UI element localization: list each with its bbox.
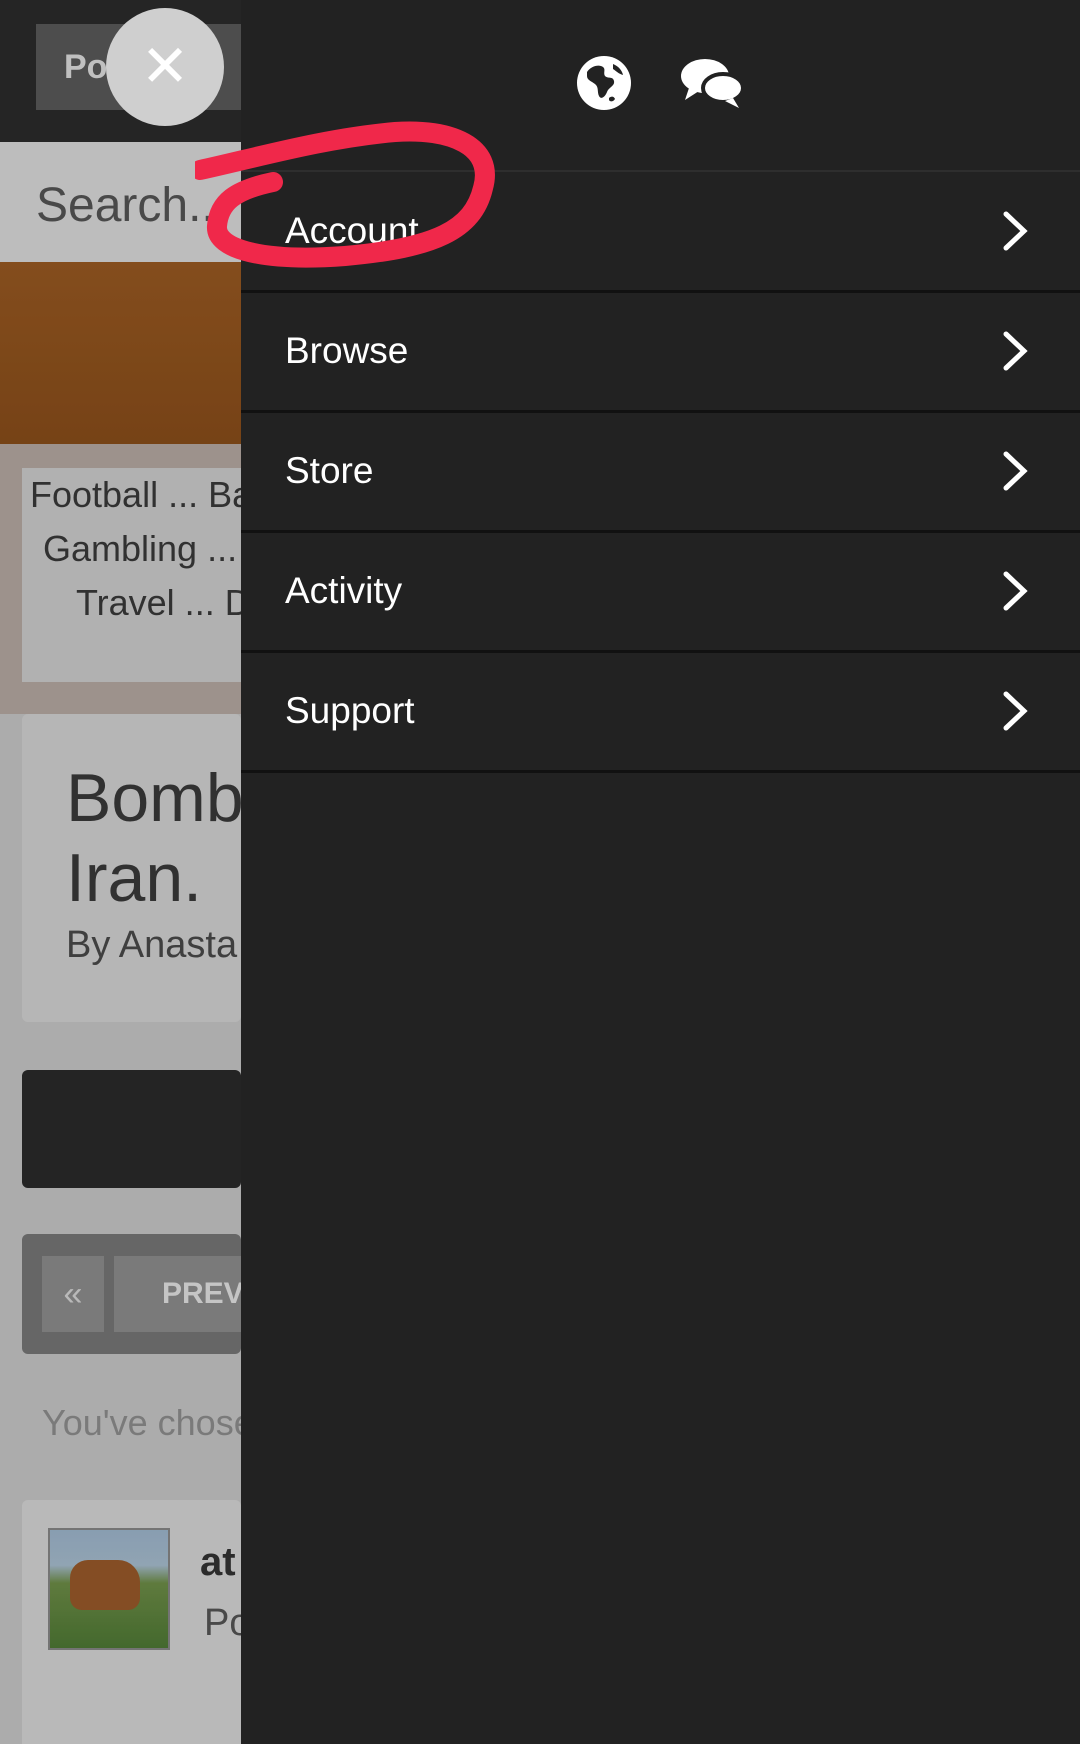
chevron-right-icon bbox=[1003, 451, 1028, 491]
menu-item-account[interactable]: Account bbox=[241, 172, 1080, 293]
nav-drawer: Account Browse Store Activity Support bbox=[241, 0, 1080, 1744]
menu-item-label: Browse bbox=[285, 330, 409, 371]
background-page: Po Search.. Football ... Ba Gambling ...… bbox=[0, 0, 241, 1744]
drawer-header bbox=[241, 0, 1080, 172]
chat-bubbles-icon[interactable] bbox=[679, 52, 745, 114]
chevron-right-icon bbox=[1003, 211, 1028, 251]
menu-item-browse[interactable]: Browse bbox=[241, 292, 1080, 413]
close-menu-button[interactable]: ✕ bbox=[106, 8, 224, 126]
menu-item-activity[interactable]: Activity bbox=[241, 532, 1080, 653]
menu-item-label: Support bbox=[285, 690, 415, 731]
chevron-right-icon bbox=[1003, 571, 1028, 611]
menu-item-label: Activity bbox=[285, 570, 403, 611]
globe-icon[interactable] bbox=[573, 52, 635, 114]
close-icon: ✕ bbox=[140, 34, 190, 99]
chevron-right-icon bbox=[1003, 331, 1028, 371]
menu-item-support[interactable]: Support bbox=[241, 652, 1080, 773]
menu-item-label: Account bbox=[285, 210, 419, 251]
dim-overlay[interactable] bbox=[0, 0, 241, 1744]
menu-item-label: Store bbox=[285, 450, 374, 491]
menu-item-store[interactable]: Store bbox=[241, 412, 1080, 533]
chevron-right-icon bbox=[1003, 691, 1028, 731]
